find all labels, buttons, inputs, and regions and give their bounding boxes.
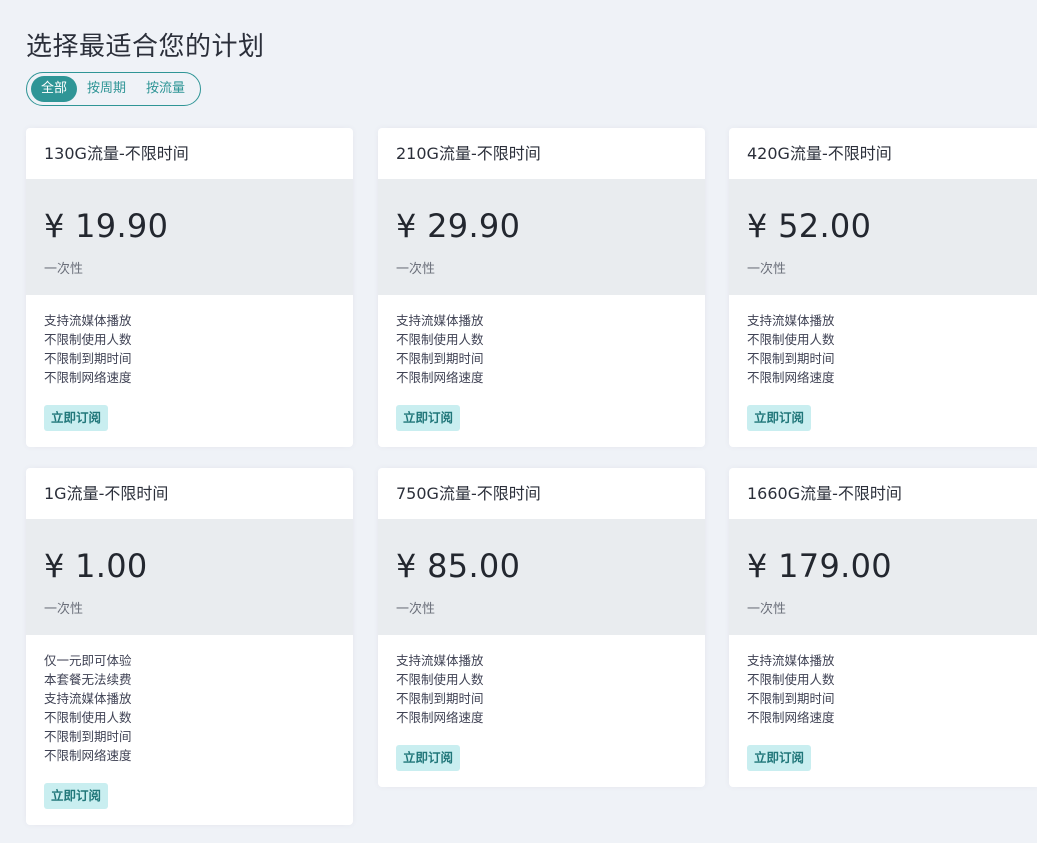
plan-card: 1G流量-不限时间 ¥ 1.00 一次性 仅一元即可体验 本套餐无法续费 支持流… [26,468,353,825]
plans-page: 选择最适合您的计划 全部 按周期 按流量 130G流量-不限时间 ¥ 19.90… [0,0,1037,843]
plan-card: 210G流量-不限时间 ¥ 29.90 一次性 支持流媒体播放 不限制使用人数 … [378,128,705,447]
price-block: ¥ 29.90 一次性 [378,179,705,295]
feature-item: 不限制网络速度 [44,748,132,763]
feature-item: 支持流媒体播放 [396,653,484,668]
subscribe-button[interactable]: 立即订阅 [44,783,109,809]
feature-item: 支持流媒体播放 [747,313,835,328]
feature-item: 本套餐无法续费 [44,672,132,687]
plan-name: 210G流量-不限时间 [396,144,541,163]
plan-period: 一次性 [44,602,84,617]
plan-features: 支持流媒体播放 不限制使用人数 不限制到期时间 不限制网络速度 立即订阅 [26,295,353,447]
plan-card: 420G流量-不限时间 ¥ 52.00 一次性 支持流媒体播放 不限制使用人数 … [729,128,1037,447]
feature-item: 不限制到期时间 [747,351,835,366]
plan-filter: 全部 按周期 按流量 [26,72,201,106]
plan-period: 一次性 [396,602,436,617]
plan-card: 750G流量-不限时间 ¥ 85.00 一次性 支持流媒体播放 不限制使用人数 … [378,468,705,787]
feature-item: 不限制到期时间 [396,691,484,706]
plan-name: 750G流量-不限时间 [396,484,541,503]
feature-item: 不限制到期时间 [396,351,484,366]
price-block: ¥ 1.00 一次性 [26,519,353,635]
plan-period: 一次性 [747,262,787,277]
plan-name: 130G流量-不限时间 [44,144,189,163]
plan-period: 一次性 [44,262,84,277]
feature-item: 不限制使用人数 [396,332,484,347]
filter-tab-all[interactable]: 全部 [31,76,78,102]
price-block: ¥ 19.90 一次性 [26,179,353,295]
plan-price: ¥ 52.00 [747,207,872,245]
plan-name: 1G流量-不限时间 [44,484,169,503]
plan-period: 一次性 [396,262,436,277]
feature-item: 不限制使用人数 [747,332,835,347]
feature-item: 不限制网络速度 [747,710,835,725]
feature-item: 支持流媒体播放 [747,653,835,668]
subscribe-button[interactable]: 立即订阅 [396,405,461,431]
subscribe-button[interactable]: 立即订阅 [44,405,109,431]
feature-item: 支持流媒体播放 [44,691,132,706]
feature-item: 支持流媒体播放 [396,313,484,328]
feature-item: 不限制网络速度 [747,370,835,385]
feature-item: 支持流媒体播放 [44,313,132,328]
subscribe-button[interactable]: 立即订阅 [396,745,461,771]
subscribe-button[interactable]: 立即订阅 [747,405,812,431]
plan-price: ¥ 85.00 [396,547,521,585]
price-block: ¥ 179.00 一次性 [729,519,1037,635]
price-block: ¥ 52.00 一次性 [729,179,1037,295]
price-block: ¥ 85.00 一次性 [378,519,705,635]
feature-item: 不限制到期时间 [747,691,835,706]
plan-period: 一次性 [747,602,787,617]
filter-tab-by-traffic[interactable]: 按流量 [136,76,195,102]
feature-item: 不限制使用人数 [396,672,484,687]
feature-item: 不限制使用人数 [44,710,132,725]
plan-price: ¥ 19.90 [44,207,169,245]
feature-item: 不限制网络速度 [44,370,132,385]
plan-features: 支持流媒体播放 不限制使用人数 不限制到期时间 不限制网络速度 立即订阅 [378,635,705,787]
plan-card: 130G流量-不限时间 ¥ 19.90 一次性 支持流媒体播放 不限制使用人数 … [26,128,353,447]
plan-card: 1660G流量-不限时间 ¥ 179.00 一次性 支持流媒体播放 不限制使用人… [729,468,1037,787]
feature-item: 不限制网络速度 [396,370,484,385]
feature-item: 不限制网络速度 [396,710,484,725]
plan-price: ¥ 29.90 [396,207,521,245]
feature-item: 不限制到期时间 [44,351,132,366]
feature-item: 仅一元即可体验 [44,653,132,668]
plan-name: 1660G流量-不限时间 [747,484,902,503]
plan-price: ¥ 1.00 [44,547,148,585]
page-title: 选择最适合您的计划 [26,32,265,62]
feature-item: 不限制到期时间 [44,729,132,744]
plan-features: 支持流媒体播放 不限制使用人数 不限制到期时间 不限制网络速度 立即订阅 [729,295,1037,447]
feature-item: 不限制使用人数 [747,672,835,687]
filter-tab-by-period[interactable]: 按周期 [77,76,136,102]
plan-features: 支持流媒体播放 不限制使用人数 不限制到期时间 不限制网络速度 立即订阅 [729,635,1037,787]
feature-item: 不限制使用人数 [44,332,132,347]
plan-name: 420G流量-不限时间 [747,144,892,163]
plan-price: ¥ 179.00 [747,547,892,585]
plan-features: 仅一元即可体验 本套餐无法续费 支持流媒体播放 不限制使用人数 不限制到期时间 … [26,635,353,825]
plan-features: 支持流媒体播放 不限制使用人数 不限制到期时间 不限制网络速度 立即订阅 [378,295,705,447]
subscribe-button[interactable]: 立即订阅 [747,745,812,771]
